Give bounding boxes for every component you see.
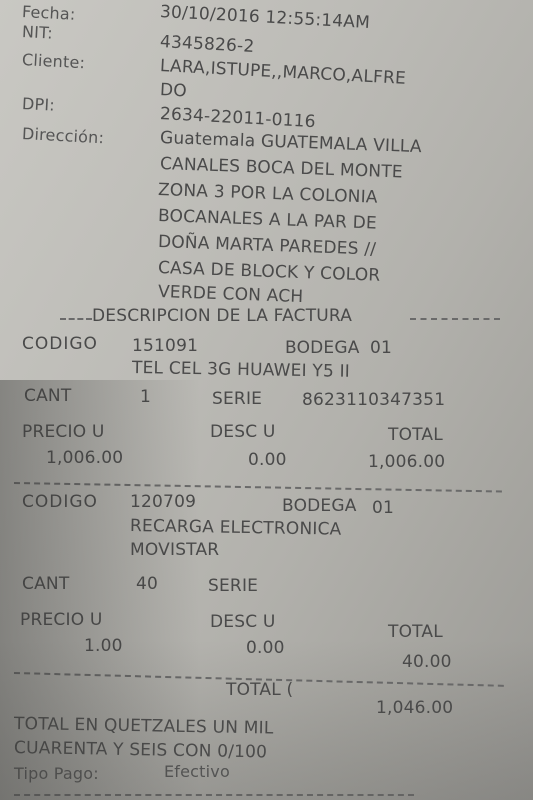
dpi-label: DPI: [21, 94, 56, 115]
total-label: TOTAL [388, 622, 443, 642]
nit-value: 4345826-2 [159, 32, 255, 57]
bodega-value: 01 [372, 498, 395, 518]
total-words-line-1: TOTAL EN QUETZALES UN MIL [13, 714, 274, 739]
desc-label: DESC U [210, 422, 276, 442]
precio-value: 1,006.00 [46, 448, 124, 468]
tipo-pago-value: Efectivo [164, 762, 230, 781]
cant-label: CANT [22, 574, 70, 594]
serie-value: 8623110347351 [302, 390, 446, 410]
item-description: RECARGA ELECTRONICA [129, 516, 342, 540]
receipt: Fecha: 30/10/2016 12:55:14AM NIT: 434582… [0, 0, 533, 800]
direccion-line-7: VERDE CON ACH [157, 282, 304, 308]
total-label: TOTAL [388, 425, 443, 445]
nit-label: NIT: [21, 22, 54, 43]
direccion-line-5: DOÑA MARTA PAREDES // [157, 232, 377, 260]
bodega-label: BODEGA [285, 338, 360, 358]
codigo-label: CODIGO [22, 492, 98, 512]
codigo-value: 151091 [132, 336, 199, 356]
precio-label: PRECIO U [20, 610, 103, 630]
desc-value: 0.00 [246, 638, 285, 658]
direccion-line-3: ZONA 3 POR LA COLONIA [157, 180, 379, 208]
codigo-label: CODIGO [22, 334, 98, 354]
direccion-label: Dirección: [21, 124, 105, 148]
direccion-line-2: CANALES BOCA DEL MONTE [159, 154, 404, 183]
codigo-value: 120709 [130, 492, 197, 512]
total-words-line-2: CUARENTA Y SEIS CON 0/100 [13, 738, 268, 763]
cant-value: 40 [136, 574, 159, 594]
bodega-value: 01 [370, 338, 393, 358]
section-divider-left [60, 318, 92, 320]
precio-label: PRECIO U [22, 422, 105, 442]
item-divider [13, 482, 502, 493]
direccion-line-4: BOCANALES A LA PAR DE [157, 206, 378, 234]
item-description: TEL CEL 3G HUAWEI Y5 II [131, 358, 351, 382]
total-value: 1,006.00 [368, 452, 446, 472]
desc-label: DESC U [210, 612, 276, 632]
section-divider-right [410, 318, 500, 320]
direccion-line-6: CASA DE BLOCK Y COLOR [157, 258, 381, 286]
bodega-label: BODEGA [282, 496, 357, 516]
cliente-line-1: LARA,ISTUPE,,MARCO,ALFRE [159, 56, 407, 89]
item-description-line-2: MOVISTAR [130, 540, 220, 560]
serie-label: SERIE [212, 389, 263, 409]
serie-label: SERIE [208, 576, 259, 596]
cant-label: CANT [24, 386, 72, 406]
grand-total-label: TOTAL ( [226, 680, 294, 700]
grand-total-value: 1,046.00 [376, 698, 454, 718]
fecha-label: Fecha: [21, 2, 76, 24]
cliente-label: Cliente: [21, 50, 86, 73]
section-title: DESCRIPCION DE LA FACTURA [92, 306, 353, 326]
cliente-line-2: DO [159, 80, 188, 102]
cant-value: 1 [140, 387, 152, 407]
footer-divider [14, 794, 414, 796]
tipo-pago-label: Tipo Pago: [14, 764, 99, 783]
desc-value: 0.00 [248, 450, 287, 470]
total-value: 40.00 [402, 652, 452, 672]
fecha-value: 30/10/2016 12:55:14AM [159, 2, 371, 33]
direccion-line-1: Guatemala GUATEMALA VILLA [159, 128, 423, 158]
precio-value: 1.00 [84, 636, 123, 656]
